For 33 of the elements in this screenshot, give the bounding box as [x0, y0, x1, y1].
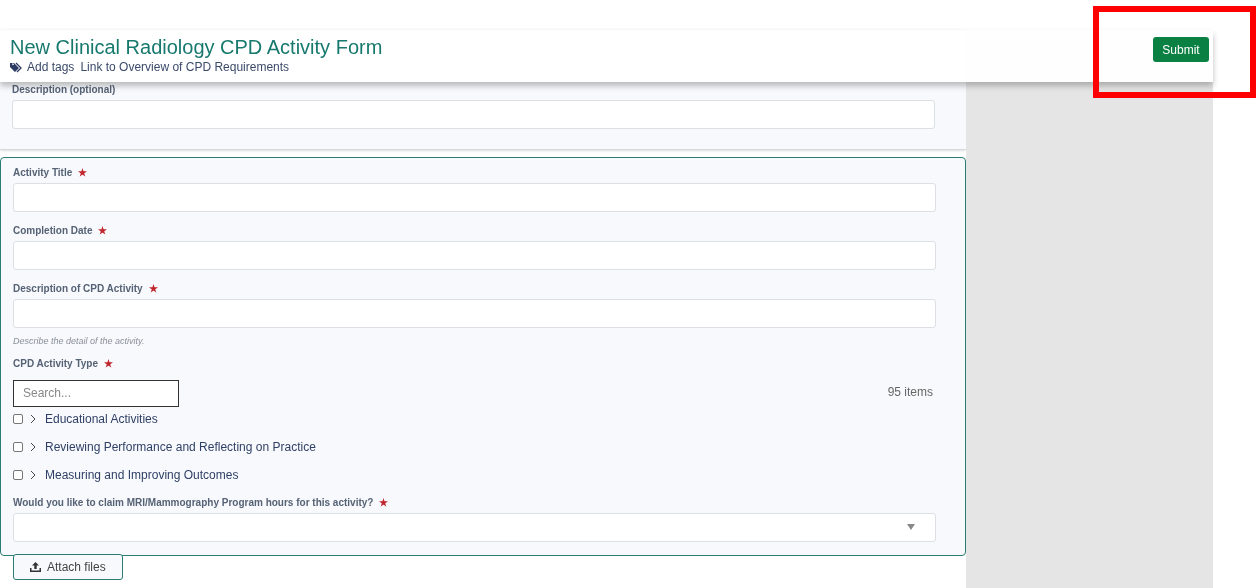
dropdown-arrow-icon [907, 524, 915, 530]
input-field[interactable] [13, 183, 936, 212]
checkbox[interactable] [13, 442, 23, 452]
field-label: Would you like to claim MRI/Mammography Program hours for this activity? [13, 495, 374, 510]
required-mark: ★ [98, 224, 108, 238]
select-field[interactable] [13, 512, 936, 542]
tree-item[interactable]: Reviewing Performance and Reflecting on Practice [45, 438, 316, 456]
field-hint: Describe the detail of the activity. [13, 335, 146, 348]
search-field[interactable]: Search... [13, 379, 179, 407]
input-field[interactable] [12, 100, 935, 129]
tree-item[interactable]: Measuring and Improving Outcomes [45, 466, 239, 484]
attach-files-button[interactable]: Attach files [13, 553, 123, 580]
field-label: Completion Date [13, 224, 93, 238]
field-label: Description of CPD Activity [13, 282, 143, 296]
submit-button[interactable]: Submit [1153, 37, 1209, 62]
checkbox[interactable] [13, 470, 23, 480]
checkbox[interactable] [13, 414, 23, 424]
input-field[interactable] [13, 241, 936, 270]
item-count: 95 items [887, 383, 933, 401]
form-title: New Clinical Radiology CPD Activity Form [10, 35, 383, 59]
required-mark: ★ [148, 282, 158, 296]
field-label: Activity Title [13, 166, 73, 180]
required-mark: ★ [379, 495, 389, 510]
tree-item[interactable]: Educational Activities [45, 410, 158, 428]
required-mark: ★ [104, 356, 114, 371]
link[interactable]: Link to Overview of CPD Requirements [80, 59, 290, 75]
tag-icon [10, 61, 23, 73]
field-label: CPD Activity Type [13, 356, 99, 371]
required-mark: ★ [78, 166, 88, 180]
upload-icon [30, 561, 41, 572]
field-label: Description (optional) [12, 83, 116, 97]
input-field[interactable] [13, 299, 936, 328]
add-tags-link[interactable]: Add tags [10, 59, 75, 75]
